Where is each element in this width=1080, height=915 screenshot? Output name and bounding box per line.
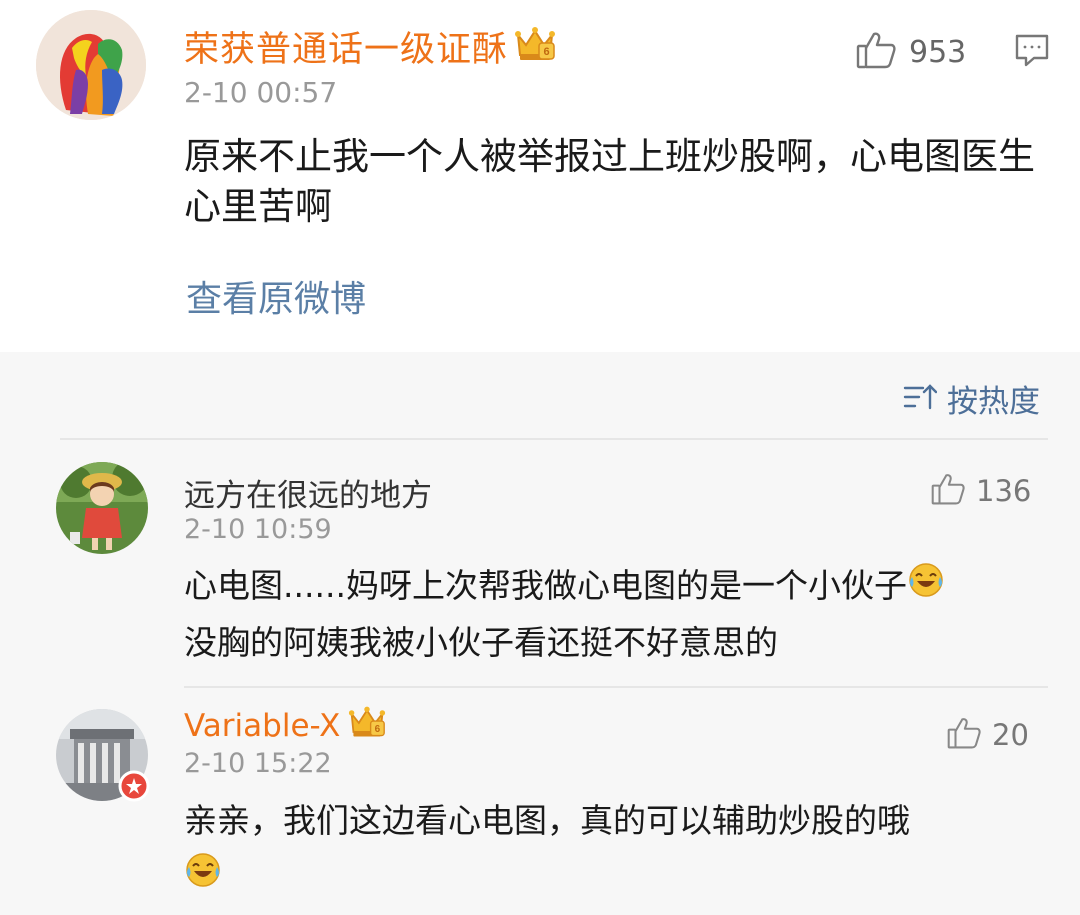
sort-icon	[903, 382, 938, 416]
comment-text-line: 心电图......妈呀上次帮我做心电图的是一个小伙子	[184, 566, 907, 605]
comment-timestamp: 2-10 15:22	[184, 748, 332, 779]
sort-by-hot-button[interactable]: 按热度	[903, 376, 1040, 421]
comment-like-count: 20	[992, 718, 1029, 752]
thumbs-up-icon	[855, 30, 897, 74]
comment-author-avatar[interactable]	[56, 462, 148, 554]
comment-body-text: 心电图......妈呀上次帮我做心电图的是一个小伙子 没胸的阿姨我被小伙子看还挺…	[184, 558, 1054, 670]
comment-like-button[interactable]: 20	[946, 716, 1029, 754]
sort-label: 按热度	[947, 384, 1040, 420]
crown-vip-icon[interactable]: 6	[348, 704, 386, 748]
verified-badge-icon	[118, 770, 150, 806]
post-author-name[interactable]: 荣获普通话一级证酥	[184, 21, 508, 72]
original-post: 荣获普通话一级证酥 6 2-10 00:57 953 原来不止我一个人被举报过上…	[0, 0, 1080, 352]
comment-text-line: 没胸的阿姨我被小伙子看还挺不好意思的	[184, 623, 778, 662]
thumbs-up-icon	[946, 716, 982, 754]
post-body-text: 原来不止我一个人被举报过上班炒股啊，心电图医生心里苦啊	[184, 135, 1035, 228]
laughing-crying-emoji	[907, 560, 945, 615]
comments-section: 按热度 远方在很远的地方 2-10 10:59 136 心电图......妈呀上…	[0, 352, 1080, 915]
divider	[184, 686, 1048, 688]
post-author-row: 荣获普通话一级证酥 6	[184, 22, 556, 70]
comment-like-count: 136	[976, 474, 1032, 508]
svg-text:6: 6	[375, 724, 381, 735]
laughing-crying-emoji	[184, 850, 222, 905]
comment-like-button[interactable]: 136	[930, 472, 1031, 510]
comment-timestamp: 2-10 10:59	[184, 514, 332, 545]
view-original-link[interactable]: 查看原微博	[186, 270, 366, 322]
post-timestamp: 2-10 00:57	[184, 76, 338, 109]
thumbs-up-icon	[930, 472, 966, 510]
comment-body-text: 亲亲，我们这边看心电图，真的可以辅助炒股的哦	[184, 793, 1054, 905]
post-like-count: 953	[909, 34, 967, 70]
svg-text:6: 6	[543, 46, 549, 58]
divider	[60, 438, 1048, 440]
post-author-avatar[interactable]	[36, 10, 146, 120]
crown-vip-icon[interactable]: 6	[514, 25, 556, 67]
comment-icon[interactable]	[1014, 32, 1050, 72]
comment-text-line: 亲亲，我们这边看心电图，真的可以辅助炒股的哦	[184, 801, 910, 840]
comment-author-name[interactable]: 远方在很远的地方	[184, 470, 432, 515]
comment-author-name[interactable]: Variable-X	[184, 708, 340, 744]
comment-author-row: Variable-X 6	[184, 704, 386, 748]
post-like-button[interactable]: 953	[855, 30, 966, 74]
